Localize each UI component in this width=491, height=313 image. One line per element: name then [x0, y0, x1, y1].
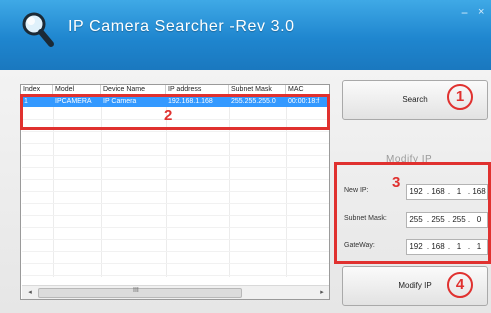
annotation-marker-1: 1	[447, 84, 473, 110]
grid-line	[22, 179, 329, 180]
grid-line	[22, 263, 329, 264]
grid-line	[22, 191, 329, 192]
grid-line	[22, 167, 329, 168]
grid-line	[22, 227, 329, 228]
grid-line	[22, 143, 329, 144]
grid-line	[22, 203, 329, 204]
close-icon[interactable]: ×	[478, 6, 484, 18]
grid-line	[22, 215, 329, 216]
minimize-icon[interactable]: −	[461, 6, 468, 20]
annotation-box-2	[20, 94, 330, 130]
annotation-marker-2: 2	[164, 107, 173, 124]
grid-line	[22, 239, 329, 240]
annotation-marker-3: 3	[392, 174, 401, 191]
search-icon	[22, 12, 54, 47]
grid-line	[22, 251, 329, 252]
grid-line	[22, 155, 329, 156]
horizontal-scrollbar[interactable]: ◂ III ▸	[22, 285, 329, 299]
annotation-box-3	[334, 162, 491, 264]
scroll-grip-icon: III	[133, 287, 139, 294]
grid-line	[22, 131, 329, 132]
app-title: IP Camera Searcher -Rev 3.0	[68, 18, 295, 35]
grid-line	[22, 275, 329, 276]
annotation-marker-4: 4	[447, 272, 473, 298]
main-panel: Index Model Device Name IP address Subne…	[0, 70, 491, 313]
title-bar: IP Camera Searcher -Rev 3.0 − ×	[0, 0, 491, 70]
scroll-thumb[interactable]: III	[38, 287, 242, 298]
scroll-right-icon[interactable]: ▸	[316, 287, 328, 299]
scroll-left-icon[interactable]: ◂	[24, 287, 36, 299]
